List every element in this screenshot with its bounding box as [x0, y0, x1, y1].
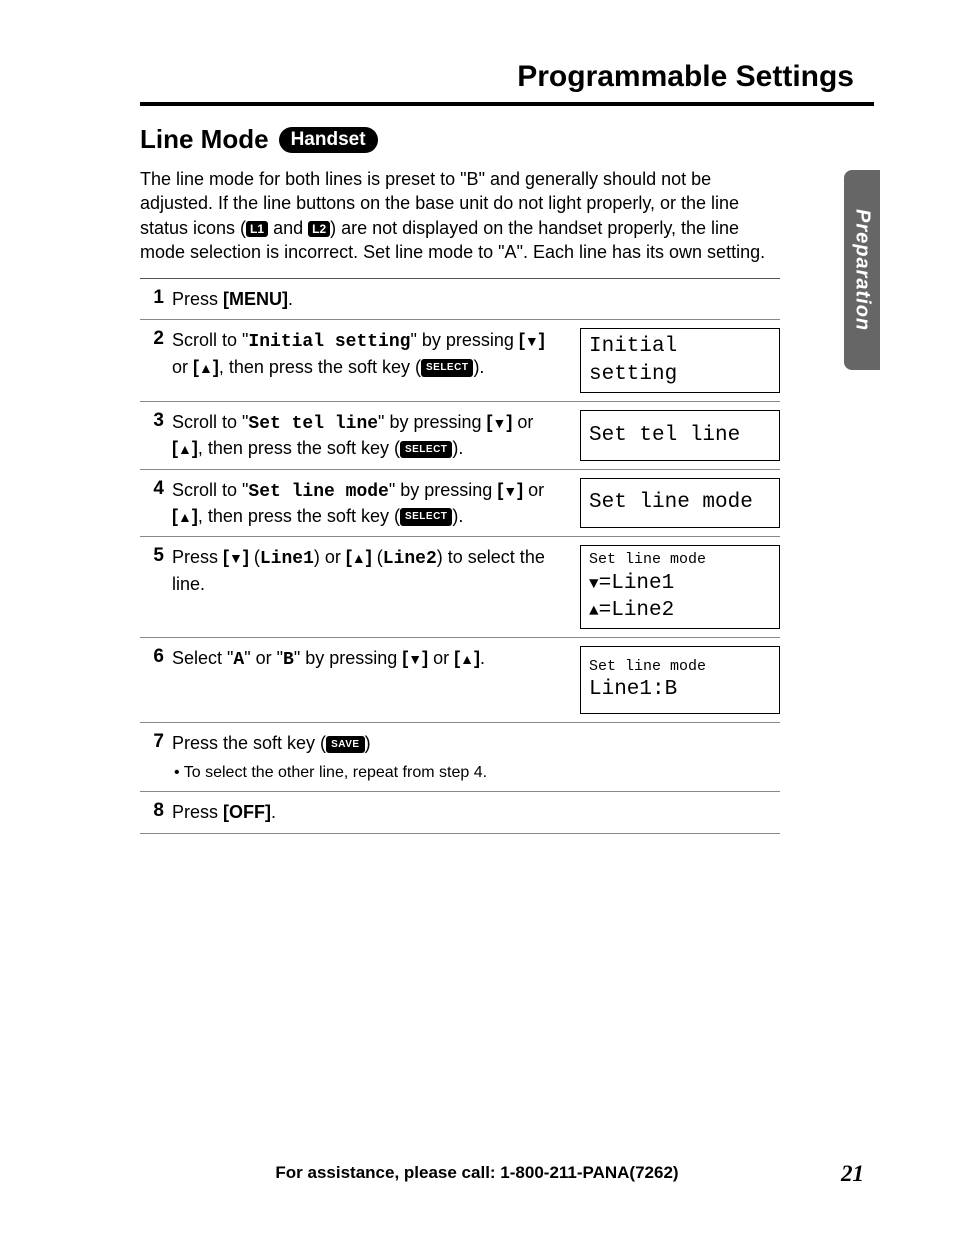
step-6: 6 Select "A" or "B" by pressing [] or []… [140, 638, 780, 723]
l2-icon: L2 [308, 221, 330, 237]
up-arrow-icon [460, 648, 474, 668]
select-softkey-icon: SELECT [421, 359, 473, 377]
up-arrow-icon [199, 357, 213, 377]
down-arrow-icon [493, 412, 507, 432]
down-arrow-icon [525, 330, 539, 350]
down-arrow-icon [229, 547, 243, 567]
select-softkey-icon: SELECT [400, 508, 452, 526]
intro-paragraph: The line mode for both lines is preset t… [140, 167, 780, 264]
select-softkey-icon: SELECT [400, 441, 452, 459]
steps-list: 1 Press [MENU]. 2 Scroll to "Initial set… [140, 278, 780, 833]
footer-assistance: For assistance, please call: 1-800-211-P… [0, 1163, 954, 1183]
up-arrow-icon [178, 438, 192, 458]
step-4: 4 Scroll to "Set line mode" by pressing … [140, 470, 780, 538]
lcd-display: Set line mode [580, 478, 780, 529]
step-2: 2 Scroll to "Initial setting" by pressin… [140, 320, 780, 402]
step-8: 8 Press [OFF]. [140, 792, 780, 833]
step-3: 3 Scroll to "Set tel line" by pressing [… [140, 402, 780, 470]
handset-pill: Handset [279, 127, 378, 153]
lcd-display: Set line mode Line1:B [580, 646, 780, 714]
save-softkey-icon: SAVE [326, 736, 365, 754]
lcd-display: Set tel line [580, 410, 780, 461]
step-1: 1 Press [MENU]. [140, 279, 780, 320]
side-tab: Preparation [844, 170, 880, 370]
step-5: 5 Press [] (Line1) or [] (Line2) to sele… [140, 537, 780, 638]
up-arrow-icon [178, 506, 192, 526]
down-arrow-icon [503, 480, 517, 500]
lcd-display: Set line mode ▼=Line1 ▲=Line2 [580, 545, 780, 629]
chapter-title: Programmable Settings [140, 60, 874, 106]
l1-icon: L1 [246, 221, 268, 237]
lcd-display: Initial setting [580, 328, 780, 393]
down-arrow-icon [408, 648, 422, 668]
page-number: 21 [841, 1161, 864, 1187]
section-title: Line Mode [140, 124, 269, 155]
up-arrow-icon [352, 547, 366, 567]
step-7: 7 Press the soft key (SAVE) • To select … [140, 723, 780, 792]
